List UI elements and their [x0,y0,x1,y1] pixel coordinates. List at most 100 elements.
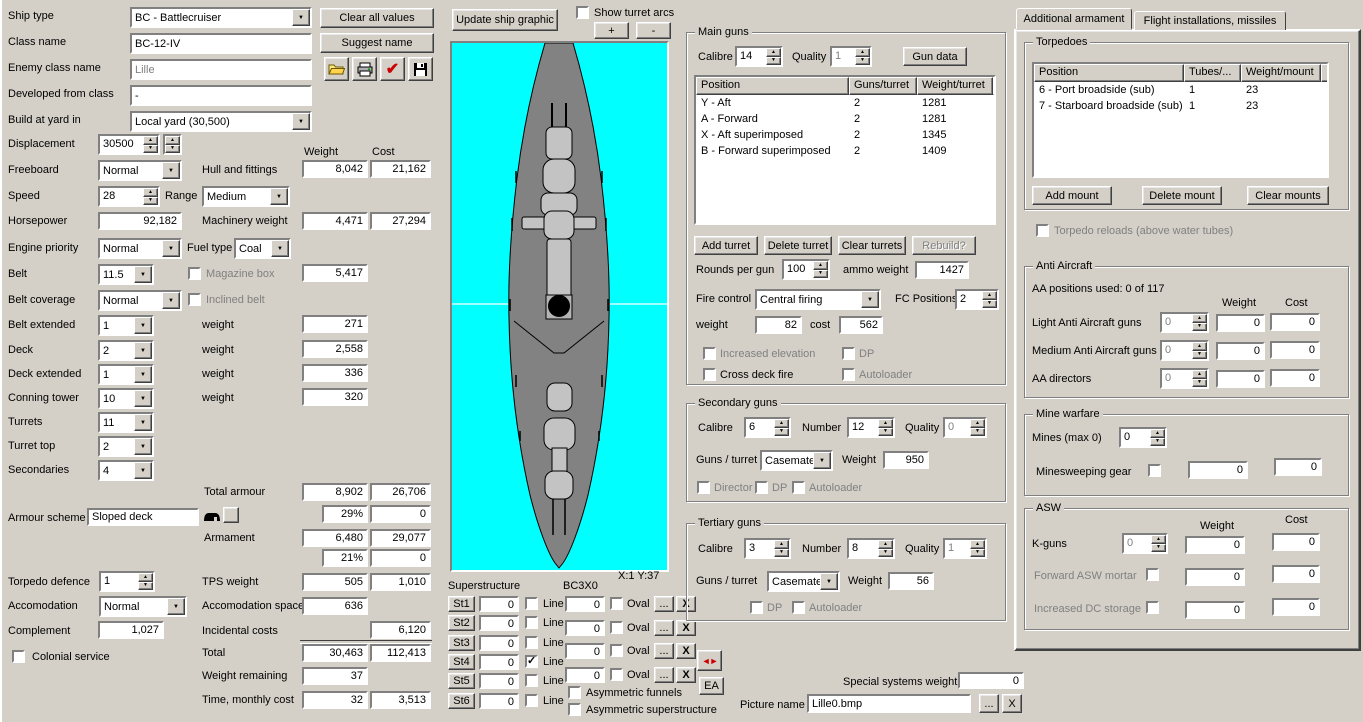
spin-up-icon[interactable]: ▲ [1151,535,1166,544]
chevron-down-icon[interactable]: ▼ [270,188,288,205]
chevron-down-icon[interactable]: ▼ [292,113,310,130]
turrets-dropdown[interactable]: 11 ▼ [98,412,154,433]
class-name-input[interactable] [130,33,312,54]
main-quality-spinner[interactable]: 1 ▲ ▼ [830,46,872,67]
move-ship-button[interactable]: ◄► [697,650,722,671]
save-button[interactable] [408,57,433,81]
secondary-quality-spinner[interactable]: 0 ▲ ▼ [943,417,987,438]
secondary-guns-turret-dropdown[interactable]: Casemate: ▼ [760,450,833,471]
delete-mount-button[interactable]: Delete mount [1142,186,1222,205]
speed-spinner[interactable]: 28 ▲ ▼ [98,186,160,207]
spin-down-icon[interactable]: ▼ [855,56,870,65]
mines-spinner[interactable]: 0 ▲ ▼ [1119,427,1167,448]
armour-scheme-picker-button[interactable] [223,507,239,523]
torp-col-position[interactable]: Position [1034,64,1184,82]
update-ship-graphic-button[interactable]: Update ship graphic [452,9,558,31]
torpedo-row[interactable]: 7 - Starboard broadside (sub) 1 23 [1034,98,1327,114]
chevron-down-icon[interactable]: ▼ [134,462,152,479]
engine-priority-dropdown[interactable]: Normal ▼ [98,238,182,259]
accomodation-dropdown[interactable]: Normal ▼ [99,596,187,617]
zoom-out-button[interactable]: - [636,22,671,39]
clear-turrets-button[interactable]: Clear turrets [838,236,906,255]
spin-up-icon[interactable]: ▲ [878,540,893,549]
oval3-more-button[interactable]: ... [654,643,674,659]
spin-up-icon[interactable]: ▲ [165,136,180,145]
st1-line-checkbox[interactable] [525,597,538,610]
belt-extended-dropdown[interactable]: 1 ▼ [98,315,154,336]
main-guns-col-guns[interactable]: Guns/turret [849,77,917,95]
minesweeping-checkbox[interactable] [1148,464,1161,477]
asymmetric-funnels-checkbox[interactable] [568,686,581,699]
rounds-per-gun-spinner[interactable]: 100 ▲ ▼ [782,259,830,280]
zoom-in-button[interactable]: + [594,22,629,39]
main-guns-table[interactable]: Position Guns/turret Weight/turret Y - A… [694,75,996,225]
chevron-down-icon[interactable]: ▼ [134,342,152,359]
spin-down-icon[interactable]: ▼ [1192,322,1207,331]
main-guns-row[interactable]: Y - Aft 2 1281 [696,95,994,111]
show-turret-arcs-checkbox[interactable] [576,6,589,19]
light-aa-spinner[interactable]: 0 ▲ ▼ [1160,312,1209,333]
st4-button[interactable]: St4 [448,654,475,670]
spin-down-icon[interactable]: ▼ [970,548,985,557]
add-mount-button[interactable]: Add mount [1032,186,1112,205]
spin-up-icon[interactable]: ▲ [1192,314,1207,323]
spin-down-icon[interactable]: ▼ [813,269,828,278]
spin-down-icon[interactable]: ▼ [1192,378,1207,387]
spin-down-icon[interactable]: ▼ [1192,350,1207,359]
secondary-number-spinner[interactable]: 12 ▲ ▼ [847,417,895,438]
spin-up-icon[interactable]: ▲ [1150,429,1165,438]
main-guns-row[interactable]: X - Aft superimposed 2 1345 [696,127,994,143]
spin-down-icon[interactable]: ▼ [1150,437,1165,446]
tab-additional-armament[interactable]: Additional armament [1016,8,1132,30]
suggest-name-button[interactable]: Suggest name [320,33,434,53]
add-turret-button[interactable]: Add turret [694,236,758,255]
medium-aa-spinner[interactable]: 0 ▲ ▼ [1160,340,1209,361]
magazine-box-checkbox[interactable] [188,267,201,280]
ship-top-view-graphic[interactable] [450,41,669,572]
picture-clear-button[interactable]: X [1002,694,1022,713]
st2-line-checkbox[interactable] [525,616,538,629]
torpedo-row[interactable]: 6 - Port broadside (sub) 1 23 [1034,82,1327,98]
chevron-down-icon[interactable]: ▼ [820,573,838,590]
clear-all-values-button[interactable]: Clear all values [320,8,434,28]
deck-extended-dropdown[interactable]: 1 ▼ [98,364,154,385]
chevron-down-icon[interactable]: ▼ [162,240,180,257]
chevron-down-icon[interactable]: ▼ [134,317,152,334]
spin-down-icon[interactable]: ▼ [878,427,893,436]
spin-up-icon[interactable]: ▲ [1192,370,1207,379]
clear-mounts-button[interactable]: Clear mounts [1247,186,1329,205]
print-button[interactable] [352,57,377,81]
oval2-delete-button[interactable]: X [676,620,696,636]
spin-up-icon[interactable]: ▲ [970,419,985,428]
spin-up-icon[interactable]: ▲ [138,573,153,582]
spin-up-icon[interactable]: ▲ [878,419,893,428]
validate-design-button[interactable]: ✔ [380,57,405,81]
displacement-fine-stepper[interactable]: ▲ ▼ [163,134,182,155]
spin-down-icon[interactable]: ▼ [165,144,180,153]
enemy-class-input[interactable] [130,59,312,80]
turret-top-dropdown[interactable]: 2 ▼ [98,436,154,457]
tertiary-guns-turret-dropdown[interactable]: Casemate: ▼ [767,571,840,592]
delete-turret-button[interactable]: Delete turret [764,236,832,255]
spin-down-icon[interactable]: ▼ [970,427,985,436]
st4-line-checkbox[interactable] [525,655,538,668]
belt-coverage-dropdown[interactable]: Normal ▼ [98,290,182,311]
spin-down-icon[interactable]: ▼ [1151,543,1166,552]
st6-button[interactable]: St6 [448,693,475,709]
oval1-checkbox[interactable] [610,597,623,610]
picture-name-input[interactable] [807,694,971,713]
oval2-more-button[interactable]: ... [654,620,674,636]
tertiary-calibre-spinner[interactable]: 3 ▲ ▼ [744,538,791,559]
chevron-down-icon[interactable]: ▼ [134,390,152,407]
gun-data-button[interactable]: Gun data [903,47,967,66]
spin-up-icon[interactable]: ▲ [766,48,781,57]
spin-down-icon[interactable]: ▼ [982,299,997,308]
secondary-calibre-spinner[interactable]: 6 ▲ ▼ [744,417,791,438]
oval3-checkbox[interactable] [610,644,623,657]
torp-col-tubes[interactable]: Tubes/... [1184,64,1241,82]
range-dropdown[interactable]: Medium ▼ [202,186,290,207]
build-yard-dropdown[interactable]: Local yard (30,500) ▼ [130,111,312,132]
spin-down-icon[interactable]: ▼ [774,548,789,557]
chevron-down-icon[interactable]: ▼ [813,452,831,469]
st5-button[interactable]: St5 [448,673,475,689]
